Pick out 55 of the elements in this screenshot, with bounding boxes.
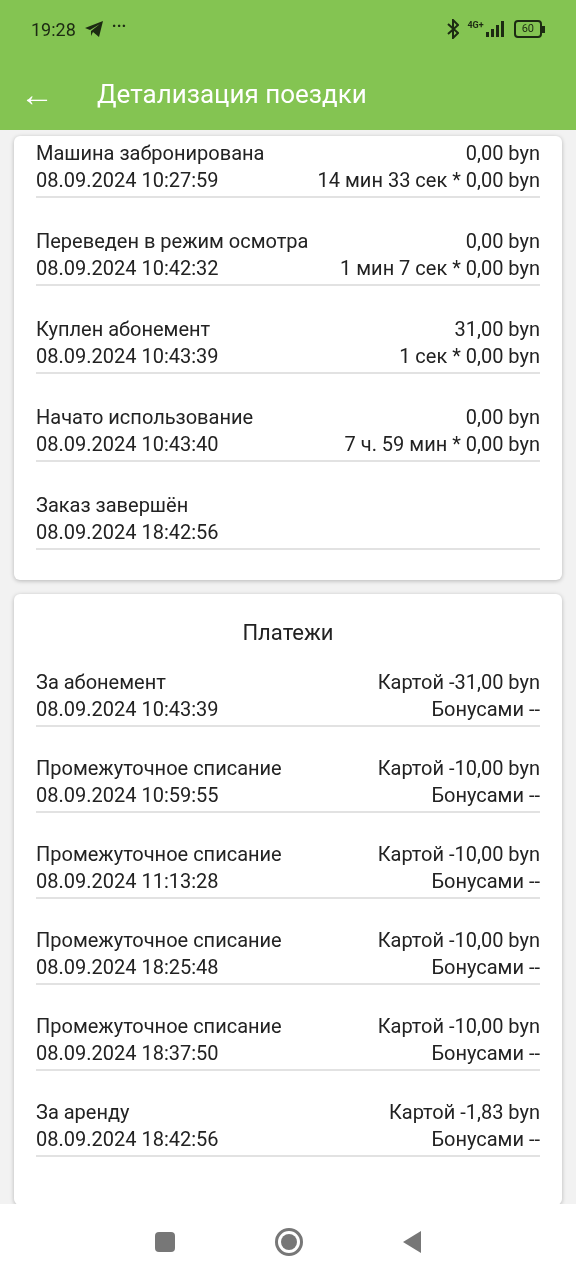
status-time: 19:28 [31,17,76,42]
recents-button[interactable] [154,1231,176,1253]
bluetooth-icon [447,19,460,39]
event-rate: 14 мин 33 сек * 0,00 byn [317,167,540,194]
event-amount: 0,00 byn [464,140,540,167]
card-amount: Картой -10,00 byn [377,841,540,868]
event-title: Переведен в режим осмотра [36,228,309,255]
payment-date: 08.09.2024 10:59:55 [36,782,220,809]
event-date: 08.09.2024 18:42:56 [36,519,219,546]
event-amount: 31,00 byn [453,316,540,343]
card-amount: Картой -10,00 byn [377,755,540,782]
payment-date: 08.09.2024 18:25:48 [36,954,220,981]
payment-date: 08.09.2024 18:42:56 [36,1126,219,1153]
event-amount: 0,00 byn [464,404,540,431]
payment-title: За абонемент [36,669,167,696]
bonus-amount: Бонусами -- [430,868,540,895]
card-amount: Картой -10,00 byn [377,927,540,954]
back-button[interactable]: ← [1,68,73,120]
card-amount: Картой -31,00 byn [377,669,540,696]
payment-title: Промежуточное списание [36,841,282,868]
event-rate: 1 сек * 0,00 byn [399,343,540,370]
payment-title: За аренду [36,1099,131,1126]
event-date: 08.09.2024 10:42:32 [36,255,220,282]
bonus-amount: Бонусами -- [430,1040,540,1067]
bonus-amount: Бонусами -- [430,782,540,809]
event-date: 08.09.2024 10:27:59 [36,167,220,194]
signal-icon [485,21,506,37]
event-date: 08.09.2024 10:43:40 [36,431,220,458]
event-rate: 7 ч. 59 мин * 0,00 byn [344,431,540,458]
home-button[interactable] [274,1227,304,1257]
event-rate: 1 мин 7 сек * 0,00 byn [340,255,540,282]
payment-title: Промежуточное списание [36,1013,282,1040]
payment-date: 08.09.2024 11:13:28 [36,868,220,895]
event-title: Заказ завершён [36,492,190,519]
bonus-amount: Бонусами -- [430,1126,540,1153]
battery-level: 60 [513,20,542,38]
telegram-icon [83,20,104,38]
payment-title: Промежуточное списание [36,927,282,954]
bonus-amount: Бонусами -- [430,954,540,981]
back-nav-button[interactable] [402,1230,422,1254]
payment-date: 08.09.2024 18:37:50 [36,1040,220,1067]
screen-title: Детализация поездки [97,77,367,111]
card-amount: Картой -1,83 byn [388,1099,540,1126]
section-title: Платежи [241,619,335,647]
event-title: Начато использование [36,404,254,431]
payment-date: 08.09.2024 10:43:39 [36,696,219,723]
event-date: 08.09.2024 10:43:39 [36,343,219,370]
more-notifications: ··· [111,15,127,37]
event-amount: 0,00 byn [464,228,540,255]
payment-title: Промежуточное списание [36,755,282,782]
network-type: 4G+ [467,21,484,30]
event-title: Куплен абонемент [36,316,212,343]
event-title: Машина забронирована [36,140,265,167]
bonus-amount: Бонусами -- [430,696,540,723]
card-amount: Картой -10,00 byn [377,1013,540,1040]
